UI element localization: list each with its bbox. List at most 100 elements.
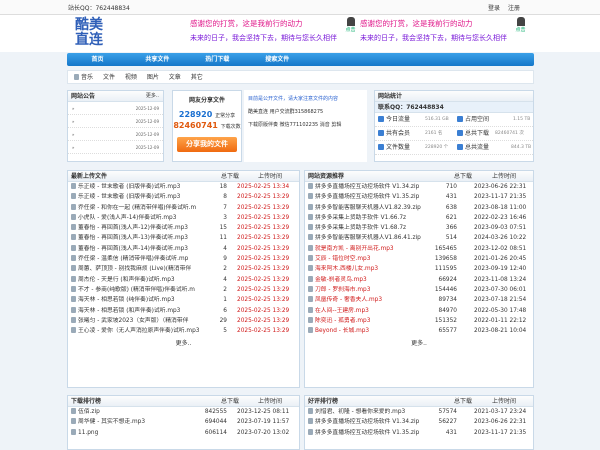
category-music[interactable]: 音乐: [74, 74, 93, 81]
category-articles[interactable]: 文章: [169, 74, 181, 81]
file-row[interactable]: 就是南方凯 - 离别开出花.mp3 165465 2023-12-02 08:51: [305, 244, 533, 254]
file-row[interactable]: 拼多多采集上货助手软件 V1.66.7z 621 2022-02-23 16:46: [305, 213, 533, 223]
file-name[interactable]: 小虎队 - 爱(浅人声-14)伴奏试听.mp3: [71, 213, 176, 223]
file-row[interactable]: 拼多多智能客服聊天机器人V1.82.39.zip 638 2023-08-18 11…: [305, 203, 533, 213]
category-video[interactable]: 视频: [125, 74, 137, 81]
file-name[interactable]: 金敏-刹者灵鸟.mp3: [308, 275, 367, 285]
nav-home[interactable]: 首页: [70, 53, 125, 66]
file-name[interactable]: 伍佰.zip: [71, 407, 100, 417]
file-name[interactable]: 董春怡 - 再回首(浅人声-12)伴奏试听.mp3: [71, 223, 188, 233]
file-row[interactable]: 乐正绫 - 世末歌者 (旧版伴奏)试听.mp3 18 2025-02-25 13:3…: [68, 182, 299, 192]
nav-shared-files[interactable]: 共享文件: [130, 53, 185, 66]
file-row[interactable]: 刘惜君、初隆 - 想看你来爱的.mp3 57574 2021-03-17 23:24: [305, 407, 533, 417]
file-row[interactable]: 凤凰传奇 - 奢香夫人.mp3 89734 2023-07-18 21:54: [305, 295, 533, 305]
file-name[interactable]: 陈奕迅 - 孤勇者.mp3: [308, 316, 370, 326]
file-row[interactable]: 乐正绫 - 世末歌者 (旧版伴奏)试听.mp3 8 2025-02-25 13:29: [68, 192, 299, 202]
file-name[interactable]: 海天林 - 相思若锁 (和声伴奏)试听.mp3: [71, 306, 180, 316]
file-icon: [71, 428, 76, 435]
file-row[interactable]: 周杰伦 - 天是行 (和声伴奏)试听.mp3 4 2025-02-25 13:29: [68, 275, 299, 285]
file-name[interactable]: 张曦匀 - 武家坡2023（女声版）（精消带伴: [71, 316, 188, 326]
file-row[interactable]: 乔任梁 - 和你在一起 (精消带伴唱)伴奏试听.m 7 2025-02-25 13:…: [68, 203, 299, 213]
file-name[interactable]: 乔任梁 - 和你在一起 (精消带伴唱)伴奏试听.m: [71, 203, 196, 213]
file-name[interactable]: 乐正绫 - 世末歌者 (旧版伴奏)试听.mp3: [71, 182, 180, 192]
file-row[interactable]: 金敏-刹者灵鸟.mp3 66924 2023-11-08 13:24: [305, 275, 533, 285]
file-name[interactable]: 拼多多智能客服聊天机器人V1.82.39.zip: [308, 203, 421, 213]
more-link[interactable]: 更多..: [68, 338, 299, 347]
file-name[interactable]: Beyond - 长城.mp3: [308, 326, 369, 336]
file-name[interactable]: 海来阿木.西楼儿女.mp3: [308, 264, 378, 274]
file-name[interactable]: 乔任梁 - 温柔信 (精消带伴唱)伴奏试听.mp: [71, 254, 188, 264]
site-logo[interactable]: 酷美 直连: [72, 18, 106, 48]
upload-time: 2023-08-21 10:04: [474, 328, 527, 335]
file-row[interactable]: 拼多多智能客服聊天机器人V1.86.41.zip 514 2024-03-26 10…: [305, 233, 533, 243]
file-name[interactable]: 王心凌 - 爱你（无人声消拉原声伴奏)试听.mp3: [71, 326, 199, 336]
file-row[interactable]: 拼多多直播场控互动控场软件 V1.35.zip 431 2023-11-17 21:…: [305, 428, 533, 438]
file-name[interactable]: 凤凰传奇 - 奢香夫人.mp3: [308, 295, 382, 305]
file-name[interactable]: 在人间--王建房.mp3: [308, 306, 369, 316]
file-name[interactable]: 周蕙、萨顶顶 - 别找我麻烦 (Live)(精消带伴: [71, 264, 191, 274]
file-name[interactable]: 艾辰 - 错位时空.mp3: [308, 254, 370, 264]
file-row[interactable]: 海天林 - 相思若锁 (和声伴奏)试听.mp3 6 2025-02-25 13:29: [68, 306, 299, 316]
file-row[interactable]: 在人间--王建房.mp3 84970 2022-05-30 17:48: [305, 306, 533, 316]
nav-search-files[interactable]: 搜索文件: [250, 53, 305, 66]
file-row[interactable]: 拼多多直播场控互动控场软件 V1.34.zip 56227 2023-06-26 2…: [305, 417, 533, 427]
list-item[interactable]: » 2025-12-09: [68, 115, 163, 128]
category-other[interactable]: 其它: [191, 74, 203, 81]
file-name[interactable]: 拼多多直播场控互动控场软件 V1.34.zip: [308, 417, 419, 427]
file-row[interactable]: 董春怡 - 再回首(浅人声-13)伴奏试听.mp3 11 2025-02-25 13…: [68, 233, 299, 243]
list-item[interactable]: » 2025-12-09: [68, 141, 163, 154]
share-panel: 网友分享文件 228920 正常分享 82460741 下载次数 分享我的文件: [172, 90, 242, 162]
file-name[interactable]: 刘惜君、初隆 - 想看你来爱的.mp3: [308, 407, 405, 417]
file-row[interactable]: 董春怡 - 再回首(浅人声-14)伴奏试听.mp3 4 2025-02-25 13:…: [68, 244, 299, 254]
upload-time: 2023-07-18 21:54: [474, 297, 527, 304]
file-row[interactable]: 刀郎 - 罗刹海市.mp3 154446 2023-07-30 06:01: [305, 285, 533, 295]
file-row[interactable]: 张曦匀 - 武家坡2023（女声版）（精消带伴 29 2025-02-25 13:2…: [68, 316, 299, 326]
more-link[interactable]: 更多..: [305, 338, 533, 347]
file-row[interactable]: 海来阿木.西楼儿女.mp3 111595 2023-09-19 12:40: [305, 264, 533, 274]
file-name[interactable]: 刀郎 - 罗刹海市.mp3: [308, 285, 370, 295]
file-name[interactable]: 拼多多采集上货助手软件 V1.66.7z: [308, 213, 406, 223]
file-row[interactable]: 拼多多直播场控互动控场软件 V1.34.zip 710 2023-06-26 22:…: [305, 182, 533, 192]
file-name[interactable]: 不才 - 参商(纯歌版) (精消带伴唱)伴奏试听.m: [71, 285, 195, 295]
nav-hot-downloads[interactable]: 热门下载: [190, 53, 245, 66]
list-item[interactable]: » 2025-12-09: [68, 102, 163, 115]
login-link[interactable]: 登录: [488, 5, 500, 12]
file-row[interactable]: 周华健 - 其实不想走.mp3 694044 2023-07-19 11:57: [68, 417, 299, 427]
file-row[interactable]: 乔任梁 - 温柔信 (精消带伴唱)伴奏试听.mp 9 2025-02-25 13:2…: [68, 254, 299, 264]
file-row[interactable]: 小虎队 - 爱(浅人声-14)伴奏试听.mp3 3 2025-02-25 13:29: [68, 213, 299, 223]
file-name[interactable]: 乐正绫 - 世末歌者 (旧版伴奏)试听.mp3: [71, 192, 180, 202]
file-row[interactable]: 艾辰 - 错位时空.mp3 139658 2021-01-26 20:45: [305, 254, 533, 264]
file-row[interactable]: Beyond - 长城.mp3 65577 2023-08-21 10:04: [305, 326, 533, 336]
file-name[interactable]: 海天林 - 相思若锁 (纯伴奏)试听.mp3: [71, 295, 175, 305]
file-row[interactable]: 海天林 - 相思若锁 (纯伴奏)试听.mp3 1 2025-02-25 13:29: [68, 295, 299, 305]
file-name[interactable]: 11.png: [71, 428, 98, 438]
file-name[interactable]: 拼多多直播场控互动控场软件 V1.35.zip: [308, 428, 419, 438]
file-name[interactable]: 拼多多智能客服聊天机器人V1.86.41.zip: [308, 233, 421, 243]
file-row[interactable]: 陈奕迅 - 孤勇者.mp3 151352 2022-01-11 22:12: [305, 316, 533, 326]
donate-banner[interactable]: 感谢您的打赏，这是我前行的动力 点击 未来的日子，我会坚持下去，期待与您长久相伴: [360, 17, 528, 47]
file-row[interactable]: 伍佰.zip 842555 2023-12-25 08:11: [68, 407, 299, 417]
donate-banner[interactable]: 感谢您的打赏，这是我前行的动力 点击 未来的日子，我会坚持下去，期待与您长久相伴: [190, 17, 358, 47]
file-row[interactable]: 11.png 606114 2023-07-20 13:02: [68, 428, 299, 438]
file-row[interactable]: 周蕙、萨顶顶 - 别找我麻烦 (Live)(精消带伴 2 2025-02-25 13…: [68, 264, 299, 274]
file-name[interactable]: 周杰伦 - 天是行 (和声伴奏)试听.mp3: [71, 275, 175, 285]
file-name[interactable]: 就是南方凯 - 离别开出花.mp3: [308, 244, 394, 254]
category-images[interactable]: 图片: [147, 74, 159, 81]
file-row[interactable]: 王心凌 - 爱你（无人声消拉原声伴奏)试听.mp3 5 2025-02-25 13:…: [68, 326, 299, 336]
share-file-button[interactable]: 分享我的文件: [177, 137, 237, 152]
file-row[interactable]: 董春怡 - 再回首(浅人声-12)伴奏试听.mp3 15 2025-02-25 13…: [68, 223, 299, 233]
file-row[interactable]: 不才 - 参商(纯歌版) (精消带伴唱)伴奏试听.m 2 2025-02-25 13…: [68, 285, 299, 295]
category-files[interactable]: 文件: [103, 74, 115, 81]
more-link[interactable]: 更多..: [146, 91, 159, 102]
file-row[interactable]: 拼多多采集上货助手软件 V1.68.7z 366 2023-09-03 07:51: [305, 223, 533, 233]
register-link[interactable]: 注册: [508, 5, 520, 12]
file-name[interactable]: 拼多多采集上货助手软件 V1.68.7z: [308, 223, 406, 233]
file-name[interactable]: 董春怡 - 再回首(浅人声-14)伴奏试听.mp3: [71, 244, 188, 254]
file-name[interactable]: 董春怡 - 再回首(浅人声-13)伴奏试听.mp3: [71, 233, 188, 243]
file-name[interactable]: 周华健 - 其实不想走.mp3: [71, 417, 145, 427]
file-icon: [308, 418, 313, 425]
file-name[interactable]: 拼多多直播场控互动控场软件 V1.35.zip: [308, 192, 419, 202]
file-name[interactable]: 拼多多直播场控互动控场软件 V1.34.zip: [308, 182, 419, 192]
file-row[interactable]: 拼多多直播场控互动控场软件 V1.35.zip 431 2023-11-17 21:…: [305, 192, 533, 202]
list-item[interactable]: » 2025-12-09: [68, 128, 163, 141]
